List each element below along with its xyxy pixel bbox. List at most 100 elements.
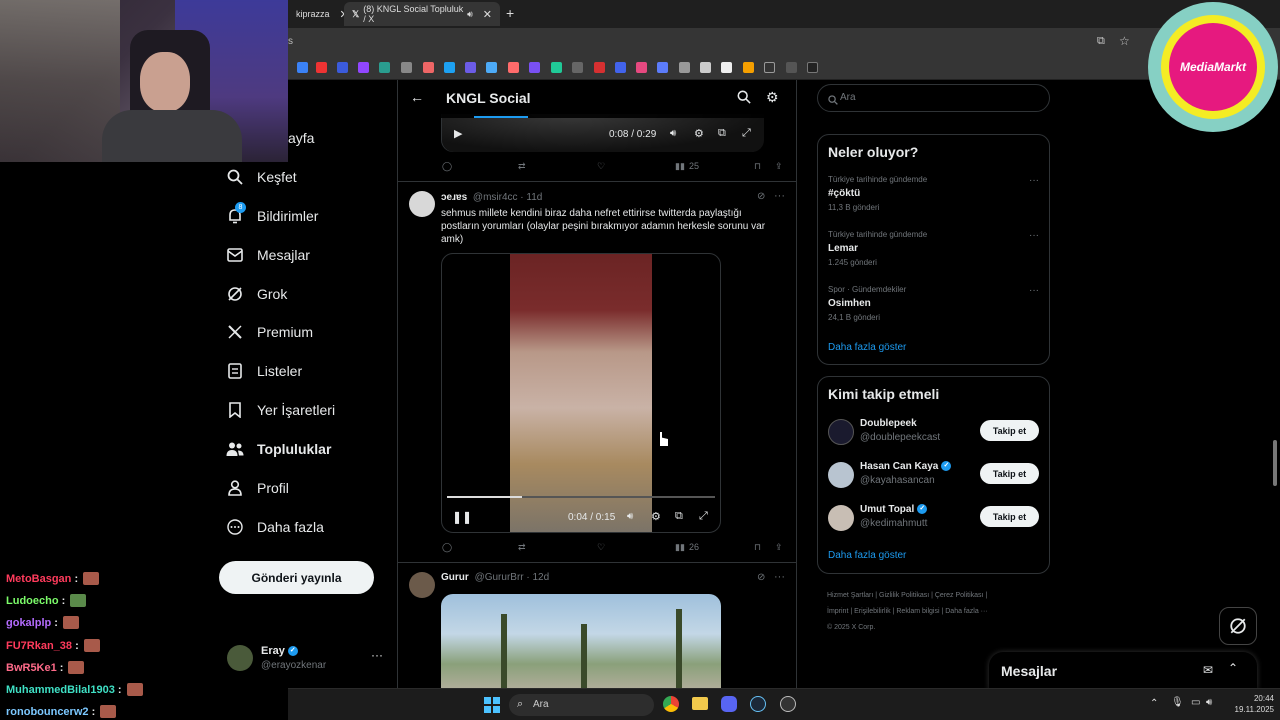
fullscreen-icon[interactable]: ⤢ [699,510,708,523]
bookmark-icon[interactable] [764,62,775,73]
pip-icon[interactable]: ⧉ [718,127,726,140]
bookmark-icon[interactable] [444,62,455,73]
reply-icon[interactable]: ◯ [442,542,452,553]
bookmark-icon[interactable] [529,62,540,73]
volume-icon[interactable]: 🔊︎ [670,128,676,139]
post[interactable]: Gurur @GururBrr · 12d ⊘ ··· [398,563,796,688]
grok-icon[interactable]: ⊘ [757,191,765,202]
follow-suggestion[interactable]: Umut Topal ✓ @kedimahmutt Takip et [818,503,1049,535]
bookmark-icon[interactable]: ⊓ [754,542,761,553]
install-icon[interactable]: ⧉ [1097,35,1105,48]
settings-icon[interactable]: ⚙ [651,510,661,523]
more-dots-icon[interactable]: ··· [1029,285,1039,296]
bookmark-icon[interactable] [508,62,519,73]
url-input[interactable]: s [288,36,293,47]
post-image[interactable] [441,594,721,688]
bookmark-icon[interactable] [358,62,369,73]
bookmark-icon[interactable] [465,62,476,73]
footer-line[interactable]: İmprint | Erişilebilirlik | Reklam bilgi… [827,604,1052,620]
bookmark-icon[interactable] [423,62,434,73]
reply-icon[interactable]: ◯ [442,161,452,172]
bookmark-icon[interactable] [657,62,668,73]
microphone-icon[interactable]: 🎙︎ [1171,697,1184,708]
more-dots-icon[interactable]: ··· [774,190,785,202]
folder-icon[interactable] [692,697,708,710]
browser-tab[interactable]: kiprazza✕ [288,2,349,26]
trend-item[interactable]: Türkiye tarihinde gündemde Lemar 1.245 g… [818,228,1049,274]
avatar[interactable] [409,572,435,598]
grok-icon[interactable]: ⊘ [757,572,765,583]
trend-item[interactable]: Spor · Gündemdekiler Osimhen 24,1 B gönd… [818,283,1049,329]
back-arrow-icon[interactable]: ← [410,89,424,105]
author-name[interactable]: ɔeɹɐs [441,192,467,203]
trend-item[interactable]: Türkiye tarihinde gündemde #çöktü 11,3 B… [818,173,1049,219]
play-icon[interactable]: ▶ [454,127,462,140]
bookmark-icon[interactable] [615,62,626,73]
browser-tab-active[interactable]: 𝕏 (8) KNGL Social Topluluk / X 🔊︎ ✕ [344,2,500,26]
bookmark-icon[interactable] [486,62,497,73]
discord-icon[interactable] [721,696,737,712]
share-icon[interactable]: ⇪ [775,161,783,172]
retweet-icon[interactable]: ⇄ [518,161,526,172]
bookmark-icon[interactable]: ⊓ [754,161,761,172]
bookmark-icon[interactable] [636,62,647,73]
bookmark-icon[interactable] [743,62,754,73]
post-button[interactable]: Gönderi yayınla [219,561,374,594]
nav-item-communities[interactable]: Topluluklar [226,434,331,464]
bookmark-icon[interactable] [786,62,797,73]
chrome-icon[interactable] [663,696,679,712]
footer-line[interactable]: Hizmet Şartları | Gizlilik Politikası | … [827,588,1052,604]
pause-icon[interactable]: ❚❚ [452,510,472,524]
new-tab-icon[interactable]: + [506,5,514,21]
bookmark-icon[interactable] [679,62,690,73]
gear-icon[interactable]: ⚙ [766,89,779,106]
speaker-icon[interactable]: 🔊︎ [467,9,473,20]
follow-button[interactable]: Takip et [980,420,1039,441]
nav-item-lists[interactable]: Listeler [226,356,302,386]
network-icon[interactable]: ▭ [1191,697,1200,708]
video-player[interactable]: ❚❚ 0:04 / 0:15 🔊︎ ⚙ ⧉ ⤢ [441,253,721,533]
nav-item-notifications[interactable]: 8 Bildirimler [226,201,318,231]
follow-button[interactable]: Takip et [980,463,1039,484]
windows-start-icon[interactable] [484,697,500,713]
bookmark-icon[interactable] [297,62,308,73]
bookmark-icon[interactable] [572,62,583,73]
settings-icon[interactable]: ⚙ [694,127,704,140]
more-dots-icon[interactable]: ··· [1029,230,1039,241]
chevron-up-icon[interactable]: ⌃ [1228,661,1238,675]
volume-icon[interactable]: 🔊︎ [627,511,633,522]
bookmark-icon[interactable] [401,62,412,73]
nav-item-more[interactable]: Daha fazla [226,512,324,542]
nav-item-premium[interactable]: Premium [226,317,313,347]
author-handle[interactable]: @GururBrr · 12d [475,572,550,583]
bookmark-icon[interactable] [700,62,711,73]
account-switcher[interactable]: Eray ✓ @erayozkenar ··· [225,644,385,674]
post[interactable]: ɔeɹɐs @msir4cc · 11d ⊘ ··· sehmus millet… [398,182,796,562]
scrollbar-thumb[interactable] [1273,440,1277,486]
nav-item-messages[interactable]: Mesajlar [226,240,310,270]
taskbar-search[interactable]: ⌕ Ara [509,694,654,716]
grok-float-button[interactable] [1219,607,1257,645]
bookmark-icon[interactable] [551,62,562,73]
chevron-up-icon[interactable]: ⌃ [1150,698,1158,709]
more-dots-icon[interactable]: ··· [371,648,383,662]
steam-icon[interactable] [750,696,766,712]
search-icon[interactable] [737,90,751,109]
fullscreen-icon[interactable]: ⤢ [742,127,751,140]
nav-item-explore[interactable]: Keşfet [226,162,297,192]
follow-suggestion[interactable]: Hasan Can Kaya ✓ @kayahasancan Takip et [818,460,1049,492]
video-progress[interactable] [447,496,715,498]
nav-item-profile[interactable]: Profil [226,473,289,503]
views-icon[interactable]: ▮▮ [675,542,685,553]
pip-icon[interactable]: ⧉ [675,510,683,523]
bookmark-icon[interactable] [721,62,732,73]
retweet-icon[interactable]: ⇄ [518,542,526,553]
avatar[interactable] [409,191,435,217]
search-input[interactable]: Ara [817,84,1050,112]
views-icon[interactable]: ▮▮ [675,161,685,172]
bookmark-icon[interactable] [337,62,348,73]
bookmark-icon[interactable] [594,62,605,73]
nav-item-bookmarks[interactable]: Yer İşaretleri [226,395,335,425]
more-dots-icon[interactable]: ··· [1029,175,1039,186]
like-icon[interactable]: ♡ [597,161,605,172]
